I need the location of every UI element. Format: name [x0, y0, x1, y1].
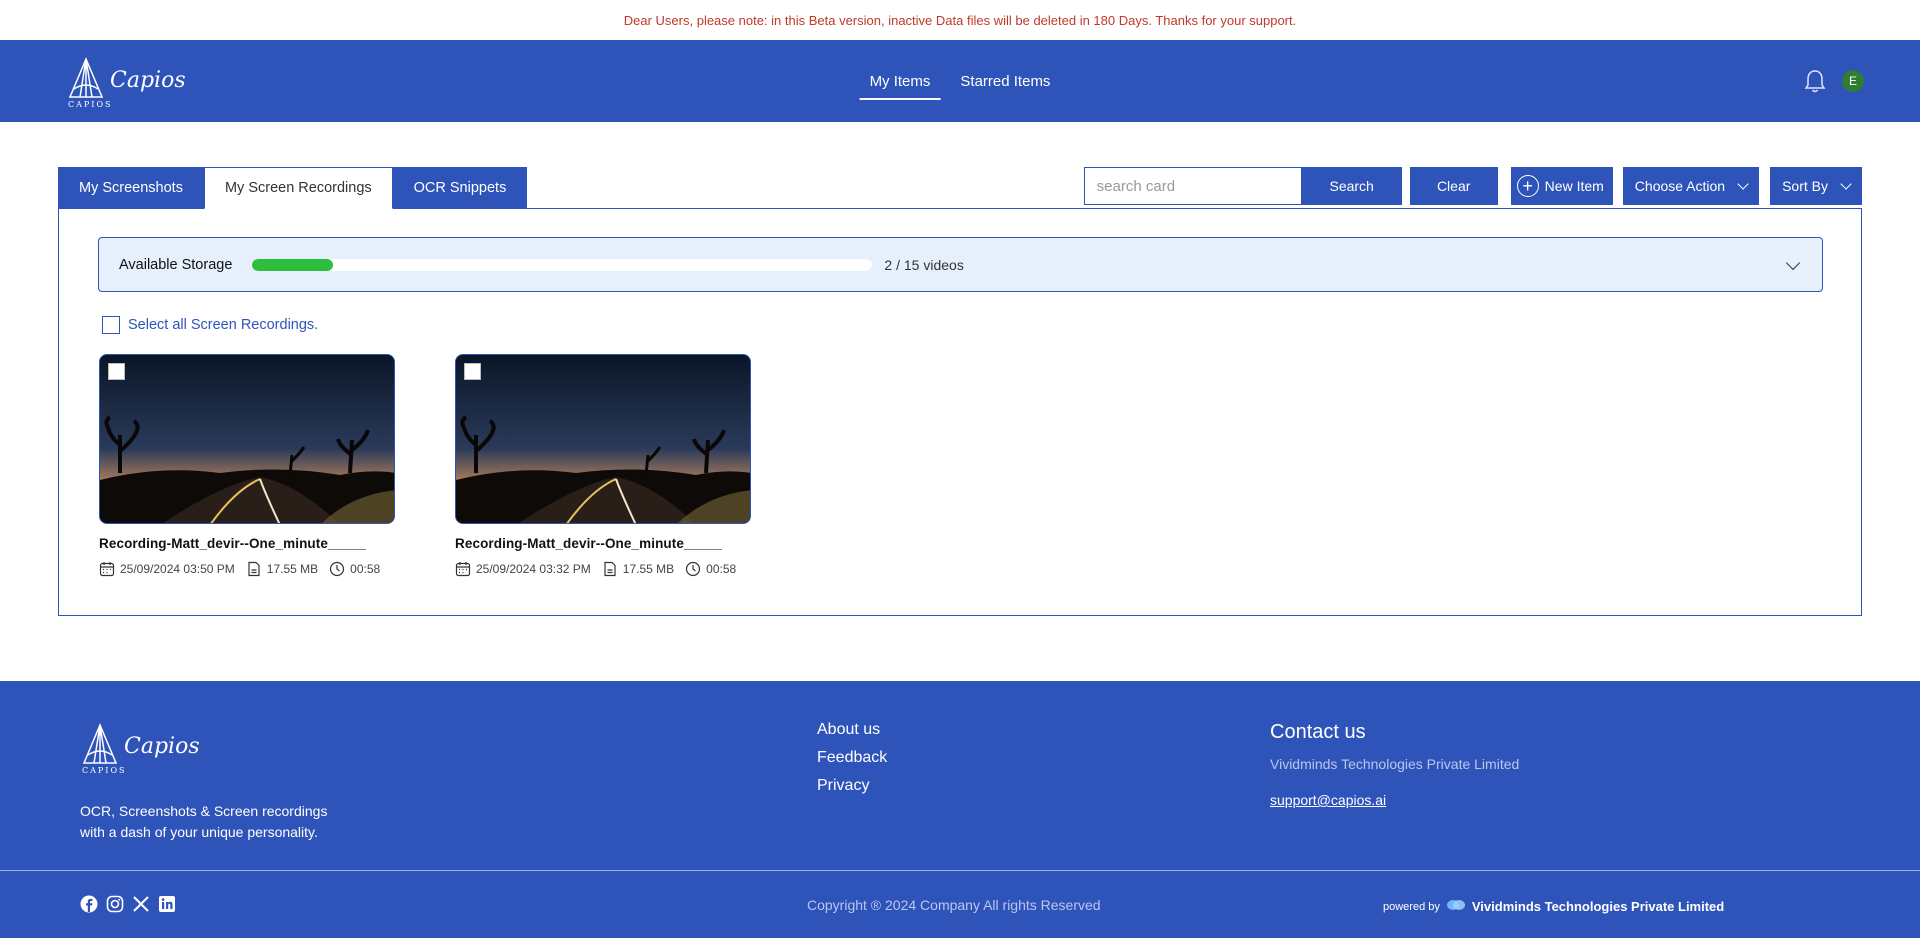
- tagline-line-1: OCR, Screenshots & Screen recordings: [80, 803, 328, 819]
- capios-logo[interactable]: Capios CAPIOS: [66, 53, 186, 109]
- storage-progress: [252, 258, 873, 271]
- social-links: [80, 895, 176, 913]
- main-content: My Screenshots My Screen Recordings OCR …: [0, 122, 1920, 649]
- clock-icon: [685, 561, 701, 577]
- contact-email-link[interactable]: support@capios.ai: [1270, 792, 1519, 808]
- recording-thumbnail[interactable]: [455, 354, 751, 524]
- nav-starred-items[interactable]: Starred Items: [950, 65, 1060, 98]
- feedback-link[interactable]: Feedback: [817, 749, 887, 767]
- recording-size: 17.55 MB: [266, 562, 319, 576]
- select-all-checkbox[interactable]: [102, 316, 120, 334]
- storage-progress-fill: [252, 258, 333, 271]
- chevron-down-icon[interactable]: [1785, 255, 1801, 271]
- recordings-grid: Recording-Matt_devir--One_minute_____ 25…: [99, 354, 1823, 577]
- plus-circle-icon: +: [1516, 175, 1539, 197]
- toolbar-actions: Search Clear + New Item Choose Action So…: [1083, 167, 1862, 205]
- vividminds-logo-icon: [1446, 899, 1466, 914]
- tab-my-screenshots[interactable]: My Screenshots: [58, 167, 204, 209]
- chevron-down-icon: [1737, 178, 1749, 190]
- facebook-icon[interactable]: [80, 895, 98, 913]
- new-item-button[interactable]: + New Item: [1510, 167, 1613, 205]
- recording-title[interactable]: Recording-Matt_devir--One_minute_____: [455, 536, 751, 551]
- instagram-icon[interactable]: [106, 895, 124, 913]
- storage-unit: videos: [923, 256, 964, 273]
- calendar-icon: [99, 561, 115, 577]
- recording-card[interactable]: Recording-Matt_devir--One_minute_____ 25…: [99, 354, 395, 577]
- select-all-label[interactable]: Select all Screen Recordings.: [128, 317, 318, 333]
- storage-used: 2: [884, 256, 893, 273]
- privacy-link[interactable]: Privacy: [817, 777, 887, 795]
- tab-my-screen-recordings[interactable]: My Screen Recordings: [203, 167, 393, 209]
- recording-size: 17.55 MB: [622, 562, 675, 576]
- storage-bar[interactable]: Available Storage 2 / 15 videos: [98, 237, 1823, 292]
- footer-links: About us Feedback Privacy: [817, 721, 887, 795]
- copyright-text: Copyright ® 2024 Company All rights Rese…: [807, 897, 1101, 913]
- recording-card[interactable]: Recording-Matt_devir--One_minute_____ 25…: [455, 354, 751, 577]
- footer-tagline: OCR, Screenshots & Screen recordings wit…: [80, 801, 370, 843]
- recording-meta: 25/09/2024 03:50 PM 17.55 MB 00:58: [99, 561, 395, 577]
- footer-capios-logo[interactable]: Capios CAPIOS: [80, 719, 200, 780]
- about-us-link[interactable]: About us: [817, 721, 887, 739]
- storage-count: 2 / 15 videos: [884, 257, 963, 273]
- svg-text:Capios: Capios: [110, 68, 186, 93]
- sort-by-label: Sort By: [1782, 178, 1828, 194]
- bell-icon[interactable]: [1802, 68, 1828, 94]
- powered-by-label: powered by: [1383, 900, 1440, 913]
- tagline-line-2: with a dash of your unique personality.: [80, 824, 318, 840]
- powered-by: powered by Vividminds Technologies Priva…: [1383, 899, 1724, 914]
- user-avatar[interactable]: E: [1842, 70, 1864, 92]
- recording-date: 25/09/2024 03:32 PM: [476, 562, 591, 576]
- sort-by-dropdown[interactable]: Sort By: [1770, 167, 1862, 205]
- file-icon: [246, 561, 262, 577]
- storage-label: Available Storage: [119, 256, 233, 273]
- tab-ocr-snippets[interactable]: OCR Snippets: [392, 167, 528, 209]
- svg-text:Capios: Capios: [124, 734, 200, 759]
- main-nav: My Items Starred Items: [859, 40, 1061, 122]
- file-icon: [602, 561, 618, 577]
- new-item-label: New Item: [1544, 178, 1604, 194]
- calendar-icon: [455, 561, 471, 577]
- top-header: Capios CAPIOS My Items Starred Items E: [0, 40, 1920, 122]
- chevron-down-icon: [1840, 178, 1852, 190]
- svg-text:CAPIOS: CAPIOS: [68, 100, 112, 109]
- nav-my-items[interactable]: My Items: [859, 65, 941, 100]
- clock-icon: [329, 561, 345, 577]
- storage-sep: /: [896, 256, 900, 273]
- contact-company: Vividminds Technologies Private Limited: [1270, 756, 1520, 772]
- recording-duration: 00:58: [350, 562, 381, 576]
- recording-duration: 00:58: [706, 562, 737, 576]
- recordings-panel: Available Storage 2 / 15 videos Select a…: [58, 208, 1862, 616]
- recording-date: 25/09/2024 03:50 PM: [120, 562, 235, 576]
- recording-thumbnail[interactable]: [99, 354, 395, 524]
- powered-by-brand[interactable]: Vividminds Technologies Private Limited: [1472, 899, 1724, 914]
- storage-total: 15: [903, 256, 920, 273]
- site-footer: Capios CAPIOS OCR, Screenshots & Screen …: [0, 681, 1920, 938]
- contact-title: Contact us: [1270, 721, 1366, 743]
- choose-action-dropdown[interactable]: Choose Action: [1622, 167, 1760, 205]
- search-input[interactable]: [1083, 167, 1302, 205]
- footer-contact: Contact us Vividminds Technologies Priva…: [1270, 721, 1519, 808]
- recording-select-checkbox[interactable]: [464, 363, 481, 380]
- choose-action-label: Choose Action: [1634, 178, 1726, 194]
- x-twitter-icon[interactable]: [132, 895, 150, 913]
- svg-text:CAPIOS: CAPIOS: [82, 766, 126, 775]
- content-tabs: My Screenshots My Screen Recordings OCR …: [58, 167, 528, 209]
- select-all-row[interactable]: Select all Screen Recordings.: [102, 316, 1823, 334]
- clear-button[interactable]: Clear: [1409, 167, 1498, 205]
- recording-title[interactable]: Recording-Matt_devir--One_minute_____: [99, 536, 395, 551]
- search-button[interactable]: Search: [1301, 167, 1402, 205]
- beta-notice: Dear Users, please note: in this Beta ve…: [0, 0, 1920, 40]
- linkedin-icon[interactable]: [158, 895, 176, 913]
- recording-select-checkbox[interactable]: [108, 363, 125, 380]
- recording-meta: 25/09/2024 03:32 PM 17.55 MB 00:58: [455, 561, 751, 577]
